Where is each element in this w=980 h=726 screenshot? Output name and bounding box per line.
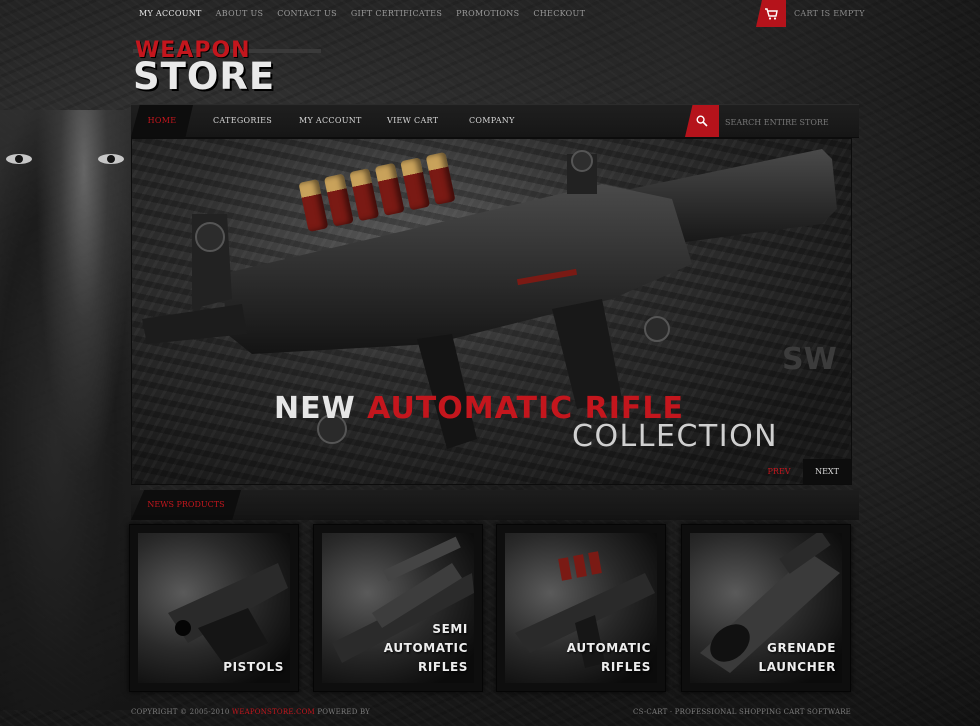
logo-line-store: STORE — [133, 55, 276, 98]
eye-decoration — [98, 154, 124, 164]
powered-by-text: Powered by — [317, 708, 370, 716]
product-label-line1: SEMI — [432, 622, 468, 636]
cart-button[interactable] — [756, 0, 786, 27]
product-categories: PISTOLS SEMI AUTOMATIC RIFLES AUTOMATIC … — [129, 524, 851, 694]
top-link-promotions[interactable]: Promotions — [456, 9, 519, 18]
product-tile-pistols[interactable]: PISTOLS — [129, 524, 299, 692]
top-links: My Account About Us Contact Us Gift Cert… — [139, 9, 599, 18]
product-label-line3: PISTOLS — [223, 660, 284, 674]
search-icon — [696, 115, 708, 127]
cart-icon — [765, 7, 778, 20]
slider-next-button[interactable]: Next — [803, 459, 851, 484]
product-label-line2: AUTOMATIC — [566, 641, 651, 655]
product-tile-automatic-rifles[interactable]: AUTOMATIC RIFLES — [496, 524, 666, 692]
svg-text:SW: SW — [782, 342, 837, 377]
eye-decoration — [6, 154, 32, 164]
new-products-title: News products — [131, 490, 241, 520]
product-label-line2: AUTOMATIC — [383, 641, 468, 655]
main-nav: Home Categories My Account View Cart Com… — [131, 104, 859, 138]
footer-copyright: Copyright © 2005-2010 weaponstore.com Po… — [131, 708, 370, 716]
product-label-line2: GRENADE — [767, 641, 836, 655]
top-link-my-account[interactable]: My Account — [139, 9, 202, 18]
product-label-line3: RIFLES — [601, 660, 651, 674]
product-tile-semi-automatic-rifles[interactable]: SEMI AUTOMATIC RIFLES — [313, 524, 483, 692]
new-products-bar: News products — [131, 490, 859, 520]
slider-controls: Prev Next — [755, 459, 851, 484]
product-label-line3: LAUNCHER — [758, 660, 836, 674]
nav-company[interactable]: Company — [469, 105, 515, 137]
nav-home[interactable]: Home — [131, 105, 193, 137]
slider-headline-white: NEW — [274, 391, 356, 426]
top-link-checkout[interactable]: Checkout — [533, 9, 585, 18]
hero-slider: SW NEW AUTOMATIC RIFLE COLLECTION Prev N… — [131, 138, 852, 485]
footer-cs-cart-link[interactable]: CS-Cart · Professional shopping cart sof… — [633, 708, 851, 716]
top-link-contact-us[interactable]: Contact Us — [277, 9, 337, 18]
cart-status[interactable]: Cart is empty — [794, 9, 865, 18]
product-label-line3: RIFLES — [418, 660, 468, 674]
nav-my-account[interactable]: My Account — [299, 105, 362, 137]
search-input[interactable] — [723, 112, 847, 132]
slider-prev-button[interactable]: Prev — [755, 459, 803, 484]
nav-categories[interactable]: Categories — [213, 105, 272, 137]
soldier-background-image — [0, 110, 140, 710]
slider-subline: COLLECTION — [572, 419, 779, 454]
top-link-about-us[interactable]: About Us — [216, 9, 264, 18]
copyright-text: Copyright © 2005-2010 — [131, 708, 230, 716]
cart-widget[interactable]: Cart is empty — [756, 0, 865, 27]
footer-site-link[interactable]: weaponstore.com — [232, 708, 315, 716]
store-logo[interactable]: WEAPON STORE — [133, 38, 323, 98]
nav-view-cart[interactable]: View Cart — [387, 105, 438, 137]
top-link-gift-certificates[interactable]: Gift Certificates — [351, 9, 442, 18]
search-button[interactable] — [685, 105, 719, 137]
product-tile-grenade-launcher[interactable]: GRENADE LAUNCHER — [681, 524, 851, 692]
